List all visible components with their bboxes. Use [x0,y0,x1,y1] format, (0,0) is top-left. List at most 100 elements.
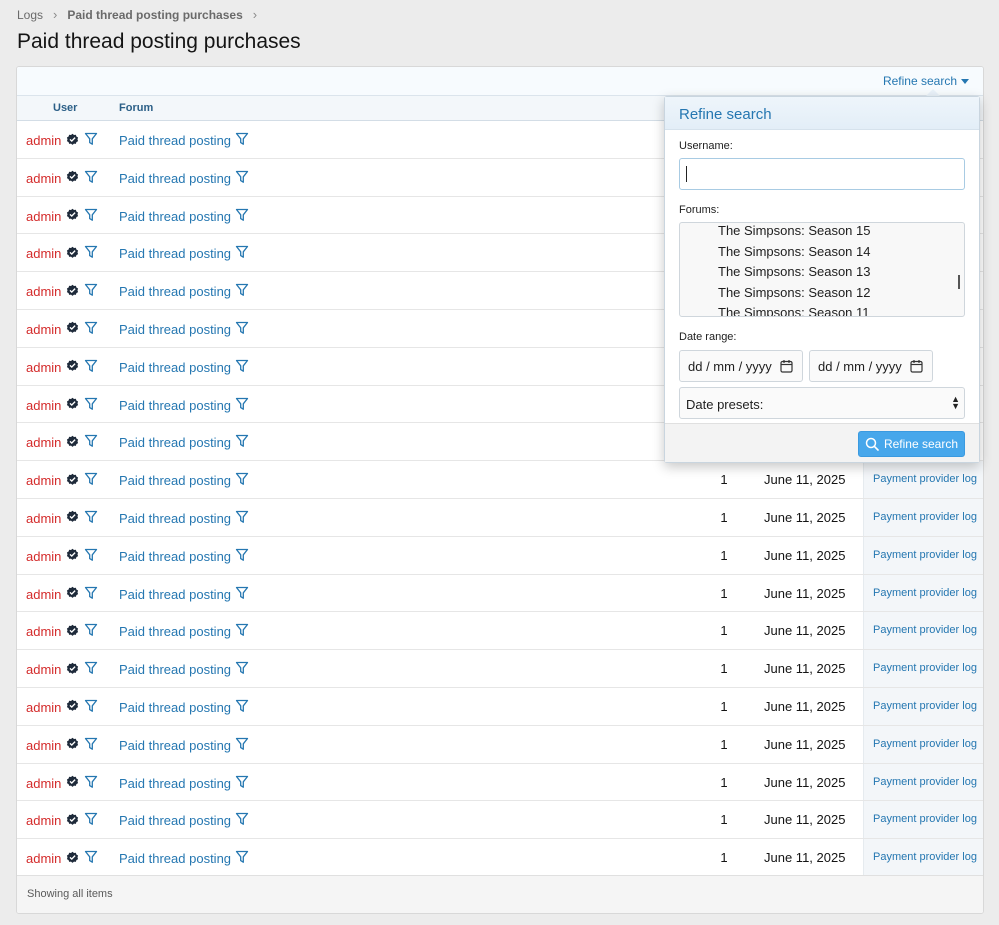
filter-icon[interactable] [84,737,98,754]
filter-icon[interactable] [84,661,98,678]
forum-option[interactable]: The Simpsons: Season 11 [718,305,870,316]
filter-icon[interactable] [235,170,249,187]
filter-icon[interactable] [235,472,249,489]
date-end-input[interactable]: dd / mm / yyyy [809,350,933,382]
username-link[interactable]: admin [26,549,61,564]
filter-icon[interactable] [235,775,249,792]
username-link[interactable]: admin [26,398,61,413]
filter-icon[interactable] [235,548,249,565]
payment-provider-log-link[interactable]: Payment provider log [863,612,983,650]
forum-link[interactable]: Paid thread posting [119,700,231,715]
filter-icon[interactable] [235,623,249,640]
forum-option[interactable]: The Simpsons: Season 13 [718,264,870,279]
payment-provider-log-link[interactable]: Payment provider log [863,687,983,725]
filter-icon[interactable] [235,208,249,225]
username-link[interactable]: admin [26,473,61,488]
filter-icon[interactable] [235,359,249,376]
filter-icon[interactable] [235,661,249,678]
calendar-icon[interactable] [910,359,923,373]
filter-icon[interactable] [84,812,98,829]
forum-link[interactable]: Paid thread posting [119,851,231,866]
payment-provider-log-link[interactable]: Payment provider log [863,763,983,801]
filter-icon[interactable] [84,208,98,225]
forum-link[interactable]: Paid thread posting [119,398,231,413]
username-link[interactable]: admin [26,360,61,375]
forum-option[interactable]: The Simpsons: Season 14 [718,244,870,259]
filter-icon[interactable] [235,737,249,754]
forum-link[interactable]: Paid thread posting [119,284,231,299]
username-link[interactable]: admin [26,700,61,715]
username-link[interactable]: admin [26,662,61,677]
username-link[interactable]: admin [26,171,61,186]
filter-icon[interactable] [84,132,98,149]
username-link[interactable]: admin [26,511,61,526]
filter-icon[interactable] [84,699,98,716]
forum-link[interactable]: Paid thread posting [119,587,231,602]
breadcrumb-paid-thread[interactable]: Paid thread posting purchases [67,8,242,22]
filter-icon[interactable] [84,434,98,451]
scrollbar-thumb[interactable] [958,275,960,289]
filter-icon[interactable] [84,775,98,792]
username-link[interactable]: admin [26,813,61,828]
username-link[interactable]: admin [26,322,61,337]
filter-icon[interactable] [84,283,98,300]
payment-provider-log-link[interactable]: Payment provider log [863,839,983,876]
filter-icon[interactable] [235,510,249,527]
username-input[interactable] [679,158,965,190]
payment-provider-log-link[interactable]: Payment provider log [863,498,983,536]
filter-icon[interactable] [84,397,98,414]
filter-icon[interactable] [84,586,98,603]
payment-provider-log-link[interactable]: Payment provider log [863,574,983,612]
forum-link[interactable]: Paid thread posting [119,624,231,639]
forum-option[interactable]: The Simpsons: Season 15 [718,223,870,238]
username-link[interactable]: admin [26,435,61,450]
forum-link[interactable]: Paid thread posting [119,435,231,450]
date-start-input[interactable]: dd / mm / yyyy [679,350,803,382]
forum-link[interactable]: Paid thread posting [119,662,231,677]
filter-icon[interactable] [235,586,249,603]
calendar-icon[interactable] [780,359,793,373]
forum-link[interactable]: Paid thread posting [119,246,231,261]
username-link[interactable]: admin [26,738,61,753]
breadcrumb-logs[interactable]: Logs [17,8,43,22]
forum-link[interactable]: Paid thread posting [119,322,231,337]
forum-link[interactable]: Paid thread posting [119,549,231,564]
username-link[interactable]: admin [26,246,61,261]
username-link[interactable]: admin [26,284,61,299]
filter-icon[interactable] [235,321,249,338]
filter-icon[interactable] [84,321,98,338]
payment-provider-log-link[interactable]: Payment provider log [863,725,983,763]
date-presets-select[interactable]: Date presets: ▲ ▼ [679,387,965,419]
filter-icon[interactable] [84,359,98,376]
username-link[interactable]: admin [26,776,61,791]
filter-icon[interactable] [235,283,249,300]
payment-provider-log-link[interactable]: Payment provider log [863,801,983,839]
filter-icon[interactable] [235,132,249,149]
filter-icon[interactable] [84,472,98,489]
payment-provider-log-link[interactable]: Payment provider log [863,536,983,574]
filter-icon[interactable] [235,699,249,716]
forum-link[interactable]: Paid thread posting [119,473,231,488]
forum-link[interactable]: Paid thread posting [119,360,231,375]
forum-link[interactable]: Paid thread posting [119,813,231,828]
forum-option[interactable]: The Simpsons: Season 12 [718,285,870,300]
forum-link[interactable]: Paid thread posting [119,511,231,526]
filter-icon[interactable] [84,548,98,565]
forum-link[interactable]: Paid thread posting [119,738,231,753]
filter-icon[interactable] [235,397,249,414]
forums-multiselect[interactable]: The Simpsons: Season 15 The Simpsons: Se… [679,222,965,317]
filter-icon[interactable] [84,170,98,187]
username-link[interactable]: admin [26,209,61,224]
filter-icon[interactable] [235,812,249,829]
column-header-user[interactable]: User [53,102,77,114]
filter-icon[interactable] [84,850,98,867]
filter-icon[interactable] [84,510,98,527]
refine-search-button[interactable]: Refine search [858,431,965,457]
payment-provider-log-link[interactable]: Payment provider log [863,650,983,687]
username-link[interactable]: admin [26,851,61,866]
filter-icon[interactable] [235,245,249,262]
column-header-forum[interactable]: Forum [119,102,153,114]
filter-icon[interactable] [235,850,249,867]
username-link[interactable]: admin [26,624,61,639]
forum-link[interactable]: Paid thread posting [119,171,231,186]
